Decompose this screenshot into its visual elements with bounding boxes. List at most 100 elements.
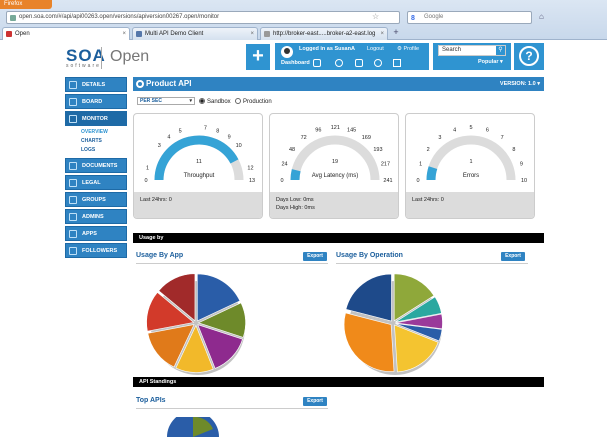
gauge-tick-label: 0 — [280, 178, 283, 184]
add-button[interactable]: + — [246, 44, 270, 70]
grid-icon[interactable] — [355, 59, 363, 67]
search-icon[interactable]: ⚲ — [496, 46, 505, 55]
gauge-footer: Days Low: 0ms Days High: 0ms — [270, 192, 398, 218]
new-tab-button[interactable]: + — [390, 27, 402, 39]
gauge-tick-label: 217 — [381, 162, 390, 168]
gauge-tick-label: 96 — [315, 128, 321, 134]
radio-sandbox[interactable]: Sandbox — [199, 98, 231, 105]
gauge-label: Throughput — [184, 173, 215, 179]
radio-production-dot — [235, 98, 241, 104]
gauge-tick-label: 48 — [289, 147, 295, 153]
sidebar-item-documents[interactable]: DOCUMENTS — [65, 158, 127, 173]
site-favicon-icon — [10, 15, 16, 21]
sidebar-item-board[interactable]: BOARD — [65, 94, 127, 109]
sidebar-item-details[interactable]: DETAILS — [65, 77, 127, 92]
gauge-fill — [290, 169, 301, 181]
gauge-tick-label: 9 — [520, 162, 523, 168]
dashboard-icon[interactable] — [313, 59, 321, 67]
pie-usage-by-app — [146, 273, 246, 375]
close-icon[interactable]: × — [122, 28, 126, 40]
gauge-tick-label: 1 — [146, 165, 149, 171]
link-icon[interactable] — [335, 59, 343, 67]
gauge-tick-label: 6 — [486, 128, 489, 134]
export-usage-app-button[interactable]: Export — [303, 252, 327, 261]
sidebar-item-label: LEGAL — [82, 180, 101, 186]
gauge-tick-label: 169 — [362, 135, 371, 141]
export-usage-operation-button[interactable]: Export — [501, 252, 525, 261]
usage-by-app-title: Usage By App — [136, 252, 184, 259]
tab-broker-log[interactable]: http://broker-east.....broker-a2-east.lo… — [260, 27, 388, 40]
gauge-footer-line: Days Low: 0ms — [276, 197, 314, 203]
globe-icon[interactable] — [374, 59, 382, 67]
tab-multi-api-demo[interactable]: Multi API Demo Client × — [132, 27, 258, 40]
brand-logo[interactable]: SOA software — [66, 46, 106, 69]
home-icon[interactable]: ⌂ — [539, 12, 544, 21]
tab-strip: Open × Multi API Demo Client × http://brok… — [0, 27, 607, 40]
gauge-tick-label: 9 — [228, 134, 231, 140]
dashboard-link[interactable]: Dashboard — [281, 60, 310, 66]
gauge-value: 11 — [196, 159, 202, 165]
bookmark-star-icon[interactable]: ☆ — [372, 12, 379, 21]
rate-select[interactable]: PER SEC ▾ — [137, 97, 195, 105]
sidebar-item-label: GROUPS — [82, 197, 106, 203]
sidebar-item-monitor[interactable]: MONITOR — [65, 111, 127, 126]
top-apis-chart-preview — [167, 417, 219, 437]
tab-favicon-icon — [6, 31, 12, 37]
page-title: Product API — [146, 79, 192, 88]
sidebar-subitem-logs[interactable]: LOGS — [65, 146, 127, 155]
tab-label: Multi API Demo Client — [145, 31, 204, 37]
top-apis-title: Top APIs — [136, 397, 166, 404]
profile-link[interactable]: ⚙ Profile — [397, 46, 419, 52]
gauge-tick-label: 12 — [247, 165, 253, 171]
gauge-value: 19 — [332, 159, 338, 165]
gauge-tick-label: 13 — [249, 178, 255, 184]
gauge-fill — [426, 166, 438, 181]
product-header: Product API VERSION: 1.0 ▾ — [133, 77, 544, 91]
logout-link[interactable]: Logout — [367, 46, 384, 52]
sidebar-item-label: DETAILS — [82, 82, 106, 88]
gauge-tick-label: 5 — [469, 125, 472, 131]
user-bar: Logged in as SusanA Logout ⚙ Profile Das… — [275, 43, 429, 70]
gauge-tick-label: 193 — [373, 147, 382, 153]
browser-search-input[interactable]: 8 Google — [407, 11, 532, 24]
sidebar-item-followers[interactable]: FOLLOWERS — [65, 243, 127, 258]
tab-label: Open — [15, 31, 30, 37]
gauge-tick-label: 2 — [427, 147, 430, 153]
pin-icon[interactable] — [393, 59, 401, 67]
groups-icon — [69, 196, 77, 204]
sidebar-item-groups[interactable]: GROUPS — [65, 192, 127, 207]
logo-software: software — [66, 63, 101, 69]
radio-sandbox-dot — [199, 98, 205, 104]
firefox-menu-button[interactable]: Firefox — [0, 0, 52, 9]
sidebar: DETAILS BOARD MONITOR OVERVIEW CHARTS LO… — [65, 77, 127, 260]
popular-dropdown[interactable]: Popular ▾ — [478, 59, 503, 65]
version-key: VERSION: — [499, 81, 527, 87]
help-button[interactable]: ? — [514, 43, 544, 70]
divider — [336, 263, 528, 264]
close-icon[interactable]: × — [380, 28, 384, 40]
monitor-icon — [69, 115, 77, 123]
sidebar-subitem-overview[interactable]: OVERVIEW — [65, 128, 127, 137]
export-top-apis-button[interactable]: Export — [303, 397, 327, 406]
sidebar-subitem-charts[interactable]: CHARTS — [65, 137, 127, 146]
gavel-icon — [69, 179, 77, 187]
sidebar-item-label: APPS — [82, 231, 97, 237]
avatar[interactable] — [281, 46, 293, 58]
divider — [136, 263, 328, 264]
sidebar-item-legal[interactable]: LEGAL — [65, 175, 127, 190]
gauge-tick-label: 0 — [144, 178, 147, 184]
tab-open[interactable]: Open × — [2, 27, 130, 40]
browser-search-placeholder: Google — [424, 14, 444, 20]
gauge-tick-label: 24 — [282, 162, 288, 168]
close-icon[interactable]: × — [250, 28, 254, 40]
usage-by-operation-title: Usage By Operation — [336, 252, 403, 259]
sidebar-item-apps[interactable]: APPS — [65, 226, 127, 241]
gauge-footer: Last 24hrs: 0 — [406, 192, 534, 218]
search-panel: Search ⚲ Popular ▾ — [433, 43, 511, 70]
sidebar-item-admins[interactable]: ADMINS — [65, 209, 127, 224]
main-content: Product API VERSION: 1.0 ▾ PER SEC ▾ Sand… — [133, 77, 544, 437]
gauge-errors: 0 1 2 3 4 5 6 7 8 9 10 1 Errors — [416, 125, 527, 184]
radio-production[interactable]: Production — [235, 98, 272, 105]
gauge-tick-label: 1 — [419, 162, 422, 168]
address-bar[interactable]: open.soa.com/#/api/api00263.open/version… — [6, 11, 400, 24]
